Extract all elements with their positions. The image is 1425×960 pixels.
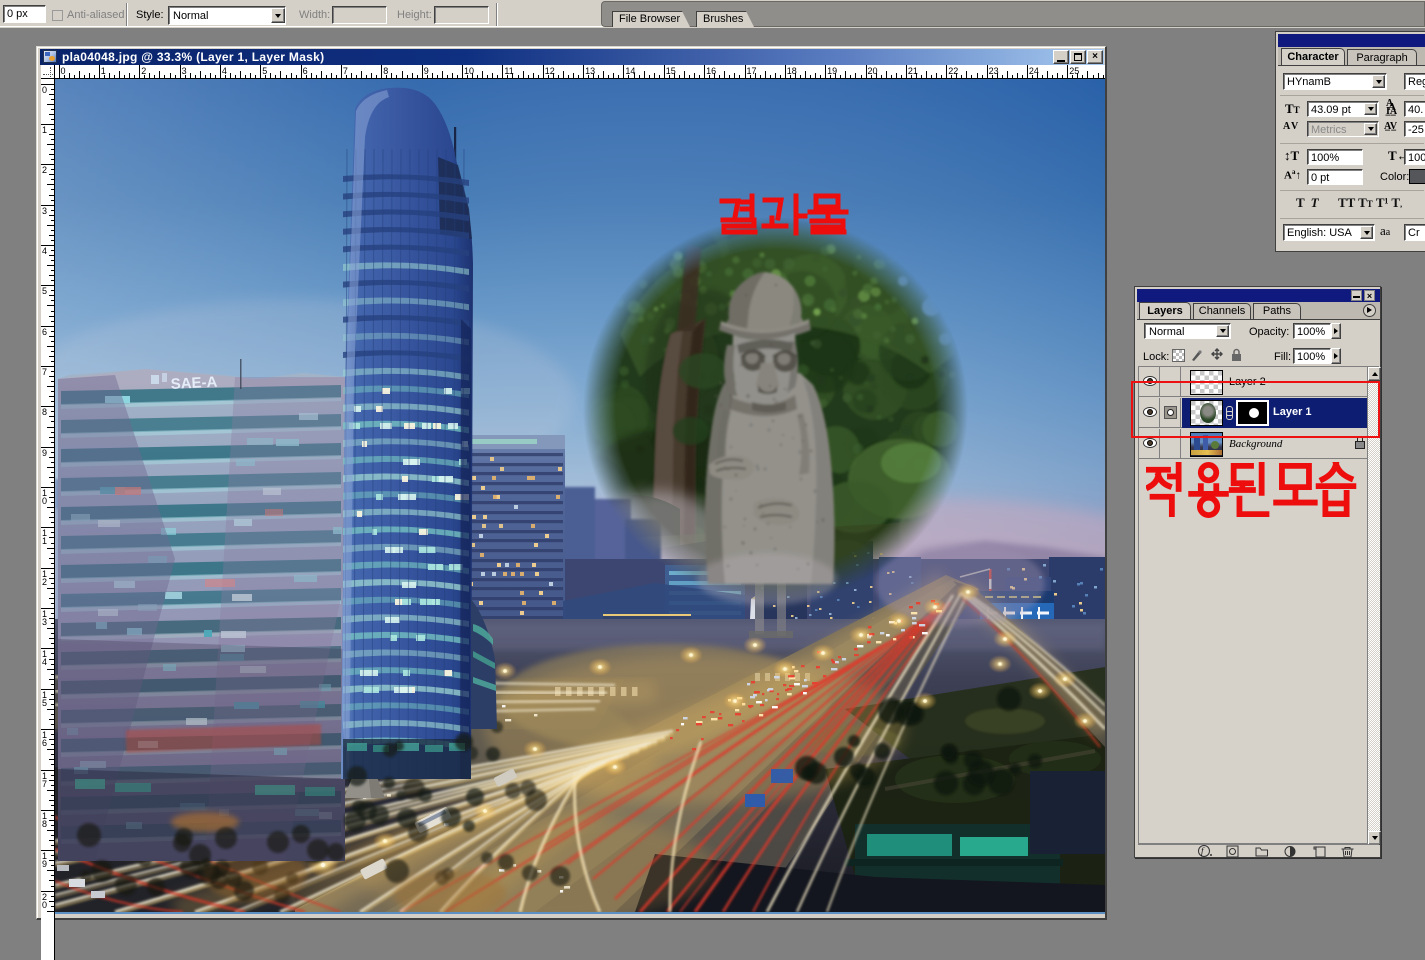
- svg-text:SAE-A: SAE-A: [170, 374, 218, 393]
- svg-text:f: f: [1201, 846, 1205, 856]
